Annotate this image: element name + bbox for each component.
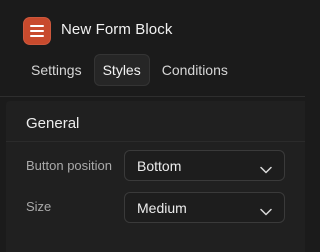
chevron-down-icon xyxy=(260,203,272,221)
tab-bar: Settings Styles Conditions xyxy=(23,54,240,86)
size-value: Medium xyxy=(137,200,187,216)
section-title-general: General xyxy=(26,115,80,132)
tab-conditions[interactable]: Conditions xyxy=(154,54,236,86)
section-divider xyxy=(6,141,305,142)
header-divider xyxy=(0,96,305,97)
block-title: New Form Block xyxy=(61,21,173,38)
button-position-value: Bottom xyxy=(137,158,182,174)
tab-settings[interactable]: Settings xyxy=(23,54,90,86)
size-label: Size xyxy=(26,199,52,214)
menu-icon[interactable] xyxy=(23,17,51,45)
size-select[interactable]: Medium xyxy=(124,192,285,223)
button-position-select[interactable]: Bottom xyxy=(124,150,285,181)
tab-styles[interactable]: Styles xyxy=(93,54,150,86)
block-header: New Form Block Settings Styles Condition… xyxy=(0,0,305,96)
button-position-label: Button position xyxy=(26,158,113,173)
chevron-down-icon xyxy=(260,161,272,179)
